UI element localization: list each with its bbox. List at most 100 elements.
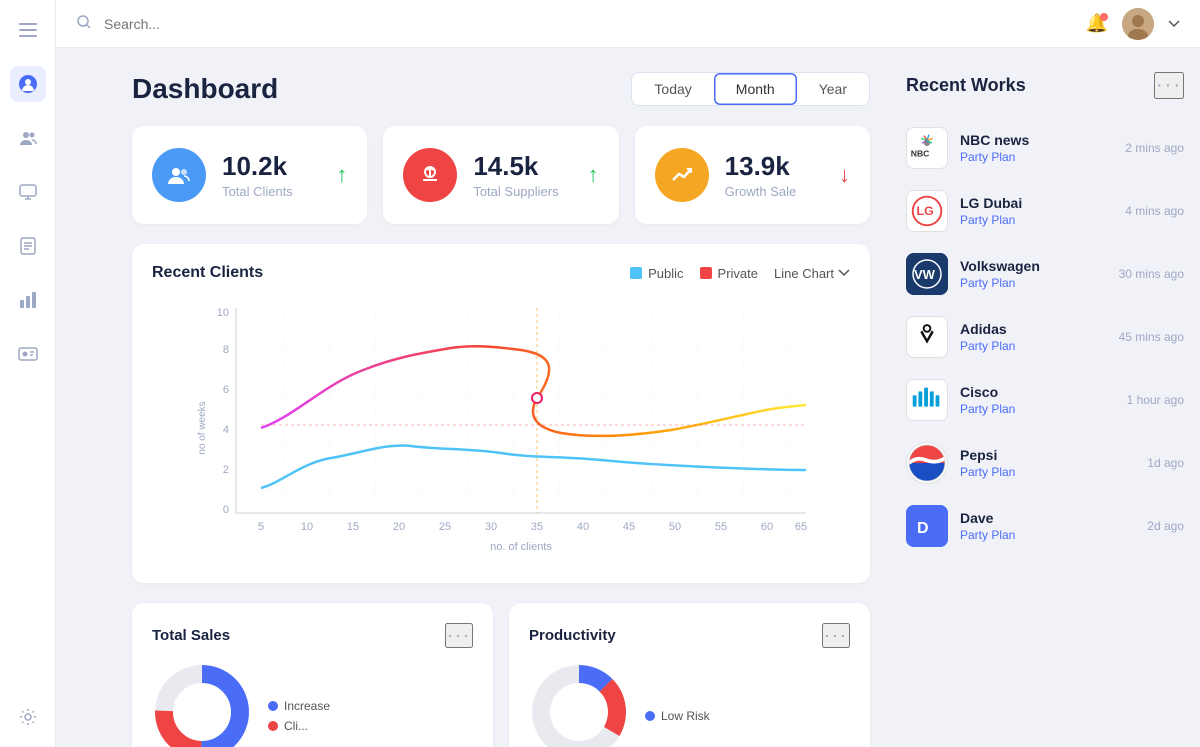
stat-label-suppliers: Total Suppliers (473, 184, 571, 199)
notification-icon[interactable]: 🔔 (1086, 13, 1108, 34)
work-time-vw: 30 mins ago (1119, 267, 1184, 281)
work-time-adidas: 45 mins ago (1119, 330, 1184, 344)
work-time-cisco: 1 hour ago (1127, 393, 1184, 407)
dave-logo: D (906, 505, 948, 547)
work-logo-vw: VW (906, 253, 948, 295)
work-info-adidas: Adidas Party Plan (960, 321, 1107, 353)
sidebar-dashboard-icon[interactable] (10, 66, 46, 102)
svg-text:60: 60 (761, 521, 773, 533)
sidebar-id-icon[interactable] (10, 336, 46, 372)
bottom-row: Total Sales ··· Increase (132, 603, 870, 747)
svg-text:4: 4 (223, 424, 229, 436)
work-plan-cisco: Party Plan (960, 402, 1115, 416)
work-item-cisco: Cisco Party Plan 1 hour ago (906, 369, 1184, 432)
work-time-pepsi: 1d ago (1147, 456, 1184, 470)
time-filter-today[interactable]: Today (632, 73, 713, 105)
sidebar-users-icon[interactable] (10, 120, 46, 156)
work-item-lg: LG LG Dubai Party Plan 4 mins ago (906, 180, 1184, 243)
svg-text:D: D (917, 520, 929, 537)
dashboard-header: Dashboard Today Month Year (132, 72, 870, 106)
total-sales-chart (152, 662, 252, 747)
legend-increase: Increase (268, 699, 330, 713)
chart-header: Recent Clients Public Private Line C (152, 264, 850, 282)
chart-title: Recent Clients (152, 264, 263, 282)
svg-text:10: 10 (217, 307, 229, 319)
total-sales-header: Total Sales ··· (152, 623, 473, 648)
stats-row: 10.2k Total Clients ↑ 14.5k Total Suppli… (132, 126, 870, 224)
work-plan-adidas: Party Plan (960, 339, 1107, 353)
sidebar-document-icon[interactable] (10, 228, 46, 264)
recent-works-header: Recent Works ··· (906, 72, 1184, 99)
svg-text:LG: LG (917, 204, 934, 218)
productivity-more-button[interactable]: ··· (822, 623, 850, 648)
chart-type-button[interactable]: Line Chart (774, 266, 850, 281)
user-avatar[interactable] (1122, 8, 1154, 40)
work-time-lg: 4 mins ago (1125, 204, 1184, 218)
svg-text:8: 8 (223, 344, 229, 356)
productivity-header: Productivity ··· (529, 623, 850, 648)
svg-text:10: 10 (301, 521, 313, 533)
time-filter-month[interactable]: Month (714, 73, 797, 105)
stat-card-clients: 10.2k Total Clients ↑ (132, 126, 367, 224)
search-input[interactable] (104, 16, 304, 32)
time-filter-year[interactable]: Year (797, 73, 869, 105)
notification-badge (1100, 13, 1108, 21)
svg-text:35: 35 (531, 521, 543, 533)
stat-value-suppliers: 14.5k (473, 151, 571, 182)
total-sales-card: Total Sales ··· Increase (132, 603, 493, 747)
svg-text:5: 5 (258, 521, 264, 533)
stat-value-clients: 10.2k (222, 151, 320, 182)
svg-text:6: 6 (223, 384, 229, 396)
work-info-dave: Dave Party Plan (960, 510, 1135, 542)
stat-icon-growth (655, 148, 709, 202)
chart-card: Recent Clients Public Private Line C (132, 244, 870, 583)
svg-text:40: 40 (577, 521, 589, 533)
svg-text:15: 15 (347, 521, 359, 533)
total-sales-donut: Increase Cli... (152, 662, 473, 747)
sidebar-settings-icon[interactable] (10, 699, 46, 735)
work-info-cisco: Cisco Party Plan (960, 384, 1115, 416)
work-plan-dave: Party Plan (960, 528, 1135, 542)
right-panel: Recent Works ··· NBC N (890, 48, 1200, 747)
stat-value-growth: 13.9k (725, 151, 823, 182)
vw-logo: VW (906, 253, 948, 295)
work-item-pepsi: Pepsi Party Plan 1d ago (906, 432, 1184, 495)
stat-info-growth: 13.9k Growth Sale (725, 151, 823, 199)
total-sales-more-button[interactable]: ··· (445, 623, 473, 648)
work-name-nbc: NBC news (960, 132, 1113, 148)
legend-dot-private (700, 267, 712, 279)
cisco-logo (907, 379, 947, 421)
legend-cli: Cli... (268, 719, 330, 733)
work-time-dave: 2d ago (1147, 519, 1184, 533)
work-name-cisco: Cisco (960, 384, 1115, 400)
search-icon (76, 14, 92, 34)
work-info-lg: LG Dubai Party Plan (960, 195, 1113, 227)
svg-text:55: 55 (715, 521, 727, 533)
svg-text:65: 65 (795, 521, 807, 533)
chart-container: 0 2 4 6 8 10 no of weeks 5 10 15 20 25 3… (152, 298, 850, 563)
page-title: Dashboard (132, 73, 278, 105)
stat-label-growth: Growth Sale (725, 184, 823, 199)
work-info-pepsi: Pepsi Party Plan (960, 447, 1135, 479)
sidebar (0, 0, 56, 747)
legend-public: Public (630, 266, 683, 281)
sidebar-chart-icon[interactable] (10, 282, 46, 318)
stat-card-growth: 13.9k Growth Sale ↓ (635, 126, 870, 224)
work-plan-pepsi: Party Plan (960, 465, 1135, 479)
recent-works-more-button[interactable]: ··· (1154, 72, 1184, 99)
work-logo-lg: LG (906, 190, 948, 232)
nbc-logo: NBC (907, 127, 947, 169)
stat-trend-clients: ↑ (336, 162, 347, 188)
sidebar-monitor-icon[interactable] (10, 174, 46, 210)
total-sales-title: Total Sales (152, 627, 230, 644)
svg-text:45: 45 (623, 521, 635, 533)
svg-text:no. of clients: no. of clients (490, 541, 552, 553)
line-chart-svg: 0 2 4 6 8 10 no of weeks 5 10 15 20 25 3… (152, 298, 850, 558)
topbar: 🔔 (56, 0, 1200, 48)
svg-text:no of weeks: no of weeks (197, 401, 208, 454)
chart-legend: Public Private (630, 266, 758, 281)
stat-trend-suppliers: ↑ (588, 162, 599, 188)
work-plan-lg: Party Plan (960, 213, 1113, 227)
menu-icon[interactable] (10, 12, 46, 48)
productivity-legend: Low Risk (645, 709, 710, 723)
